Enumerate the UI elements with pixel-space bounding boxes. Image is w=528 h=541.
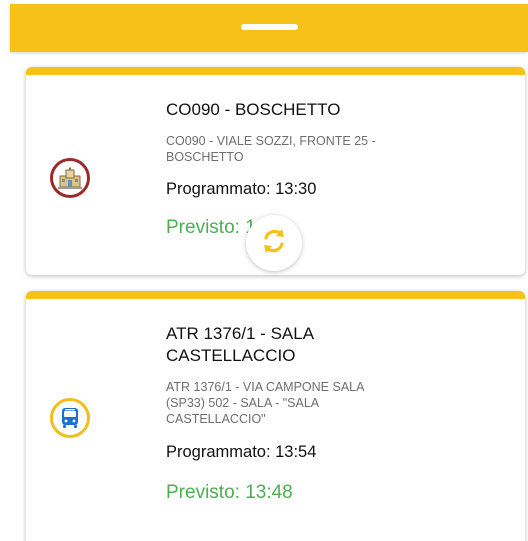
expected-time: Previsto: 13:48	[166, 482, 293, 503]
card-accent-bar	[26, 291, 525, 299]
expected-time: Previsto: 13:30	[166, 217, 293, 238]
drag-handle[interactable]	[241, 24, 298, 30]
stop-address: ATR 1376/1 - VIA CAMPONE SALA (SP33) 502…	[166, 380, 364, 426]
building-icon	[50, 158, 90, 198]
stop-title: ATR 1376/1 - SALA CASTELLACCIO	[166, 324, 314, 365]
refresh-button[interactable]	[246, 215, 302, 271]
stop-title: CO090 - BOSCHETTO	[166, 100, 341, 119]
bus-icon	[50, 398, 90, 438]
card-accent-bar	[26, 67, 525, 75]
stop-card[interactable]: ATR 1376/1 - SALA CASTELLACCIO ATR 1376/…	[26, 291, 525, 541]
stop-info: CO090 - BOSCHETTO CO090 - VIALE SOZZI, F…	[166, 99, 505, 240]
app-screen: CO090 - BOSCHETTO CO090 - VIALE SOZZI, F…	[0, 0, 528, 541]
scheduled-time: Programmato: 13:30	[166, 180, 317, 198]
bottom-sheet-header[interactable]	[10, 4, 528, 52]
stop-address: CO090 - VIALE SOZZI, FRONTE 25 - BOSCHET…	[166, 134, 376, 164]
stop-info: ATR 1376/1 - SALA CASTELLACCIO ATR 1376/…	[166, 323, 505, 505]
refresh-icon	[257, 224, 291, 263]
scheduled-time: Programmato: 13:54	[166, 443, 317, 461]
